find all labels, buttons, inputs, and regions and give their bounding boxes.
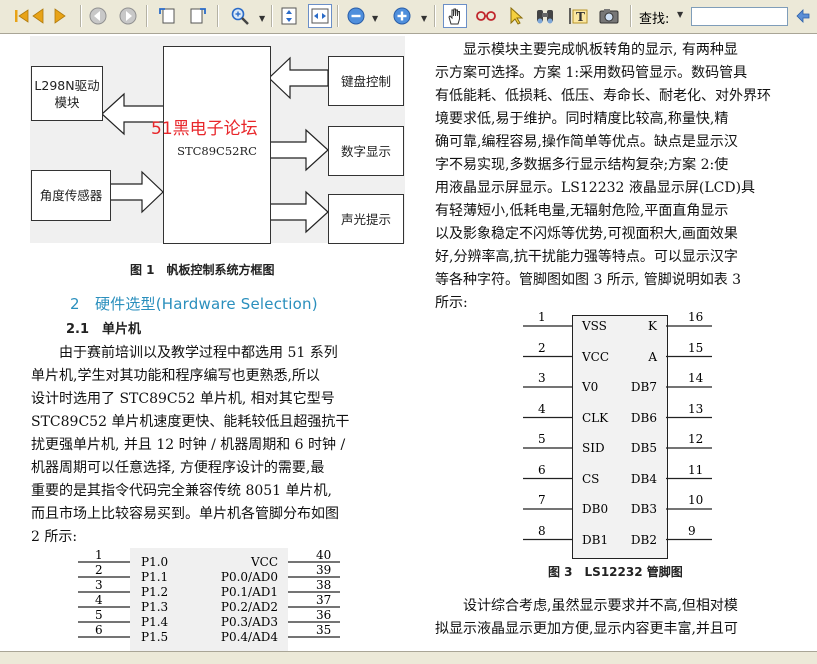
lcd-pin-name: DB0 bbox=[582, 502, 609, 516]
fit-width-button[interactable] bbox=[308, 4, 332, 28]
lcd-pin-name: K bbox=[648, 319, 657, 333]
rotate-left-icon bbox=[159, 8, 175, 24]
search-input[interactable] bbox=[691, 7, 788, 26]
lcd-pin-number: 13 bbox=[688, 401, 704, 416]
lcd-pin-name: DB3 bbox=[630, 502, 657, 516]
zoom-in-icon bbox=[393, 7, 411, 25]
zoom-out-icon bbox=[347, 7, 365, 25]
toolbar: ▼ ▼ ▼ T 查找: ▼ bbox=[0, 0, 817, 34]
lcd-pin-number: 6 bbox=[538, 462, 546, 477]
magnifier-icon bbox=[231, 7, 249, 25]
lcd-pin-name: DB1 bbox=[582, 532, 609, 547]
arrow-right-icon bbox=[54, 8, 66, 24]
lcd-pin-name: DB4 bbox=[630, 471, 657, 486]
lcd-pin-name: DB6 bbox=[630, 410, 657, 425]
text-select-button[interactable]: T bbox=[566, 4, 590, 28]
rotate-right-button[interactable] bbox=[186, 4, 210, 28]
lcd-pin-number: 15 bbox=[688, 340, 704, 355]
lcd-pin-name: A bbox=[648, 349, 657, 364]
rotate-left-button[interactable] bbox=[155, 4, 179, 28]
next-page-button[interactable] bbox=[48, 4, 72, 28]
lcd-pin-name: V0 bbox=[582, 380, 599, 394]
status-bar bbox=[0, 651, 817, 664]
cursor-arrow-icon bbox=[510, 6, 524, 25]
reading-tool-button[interactable] bbox=[474, 4, 498, 28]
zoom-dropdown-arrow[interactable]: ▼ bbox=[259, 14, 265, 23]
lcd-pin-number: 8 bbox=[538, 523, 546, 538]
lcd-pin-name: CS bbox=[582, 471, 600, 486]
search-tool-button[interactable] bbox=[533, 4, 557, 28]
svg-text:T: T bbox=[576, 10, 585, 24]
lcd-pin-name: SID bbox=[582, 441, 605, 455]
hand-tool-button[interactable] bbox=[443, 4, 467, 28]
paragraph-line: 拟显示液晶显示更加方便,显示内容更丰富,并且可 bbox=[435, 621, 738, 637]
lcd-pin-number: 2 bbox=[538, 340, 546, 355]
search-options-dropdown[interactable]: ▼ bbox=[677, 10, 683, 19]
zoom-tool-button[interactable] bbox=[228, 4, 252, 28]
lcd-pin-number: 16 bbox=[688, 310, 704, 324]
search-options-button[interactable] bbox=[791, 4, 815, 28]
lcd-pin-number: 1 bbox=[538, 310, 546, 324]
rotate-right-icon bbox=[190, 8, 206, 24]
back-button[interactable] bbox=[86, 4, 110, 28]
lcd-pin-name: VSS bbox=[582, 319, 607, 333]
back-circle-icon bbox=[89, 7, 107, 25]
forward-circle-icon bbox=[119, 7, 137, 25]
binoculars-icon bbox=[537, 10, 553, 24]
lcd-pin-name: DB7 bbox=[630, 380, 657, 394]
lcd-pin-number: 4 bbox=[538, 401, 546, 416]
zoom-in-button[interactable] bbox=[390, 4, 414, 28]
paragraph-line: 设计综合考虑,虽然显示要求并不高,但相对模 bbox=[435, 598, 738, 614]
lcd-pin-number: 5 bbox=[538, 432, 546, 446]
lcd-pin-number: 7 bbox=[538, 493, 546, 507]
lcd-pin-name: VCC bbox=[582, 349, 610, 364]
text-select-icon: T bbox=[569, 8, 588, 24]
fit-page-button[interactable] bbox=[277, 4, 301, 28]
lcd-pin-name: DB2 bbox=[630, 532, 657, 547]
lcd-pin-number: 14 bbox=[688, 371, 704, 385]
zoom-in-dropdown-arrow[interactable]: ▼ bbox=[421, 14, 427, 23]
lcd-pin-number: 12 bbox=[688, 432, 704, 446]
document-view[interactable]: L298N驱动模块 角度传感器 STC89C52RC 键盘控制 数字显示 声光提… bbox=[0, 34, 817, 651]
camera-icon bbox=[599, 9, 619, 24]
hand-icon bbox=[448, 8, 460, 25]
lcd-pin-number: 10 bbox=[688, 493, 704, 507]
figure3-caption: 图 3 LS12232 管脚图 bbox=[548, 565, 683, 579]
lcd-pin-number: 9 bbox=[688, 523, 696, 538]
zoom-out-dropdown-arrow[interactable]: ▼ bbox=[372, 14, 378, 23]
search-arrow-icon bbox=[796, 9, 810, 23]
fit-width-icon bbox=[311, 8, 329, 24]
lcd-pin-number: 3 bbox=[538, 371, 546, 385]
snapshot-button[interactable] bbox=[597, 4, 621, 28]
lcd-pin-number: 11 bbox=[688, 462, 704, 477]
fit-page-icon bbox=[281, 7, 297, 25]
prev-page-button[interactable] bbox=[26, 4, 50, 28]
select-tool-button[interactable] bbox=[504, 4, 528, 28]
search-label: 查找: bbox=[639, 12, 670, 27]
forward-button[interactable] bbox=[116, 4, 140, 28]
arrow-left-icon bbox=[32, 8, 44, 24]
glasses-icon bbox=[476, 11, 496, 21]
lcd-pin-name: CLK bbox=[582, 410, 609, 425]
lcd-pin-name: DB5 bbox=[630, 441, 657, 455]
right-paragraph-2: 设计综合考虑,虽然显示要求并不高,但相对模 拟显示液晶显示更加方便,显示内容更丰… bbox=[435, 595, 810, 641]
zoom-out-button[interactable] bbox=[344, 4, 368, 28]
